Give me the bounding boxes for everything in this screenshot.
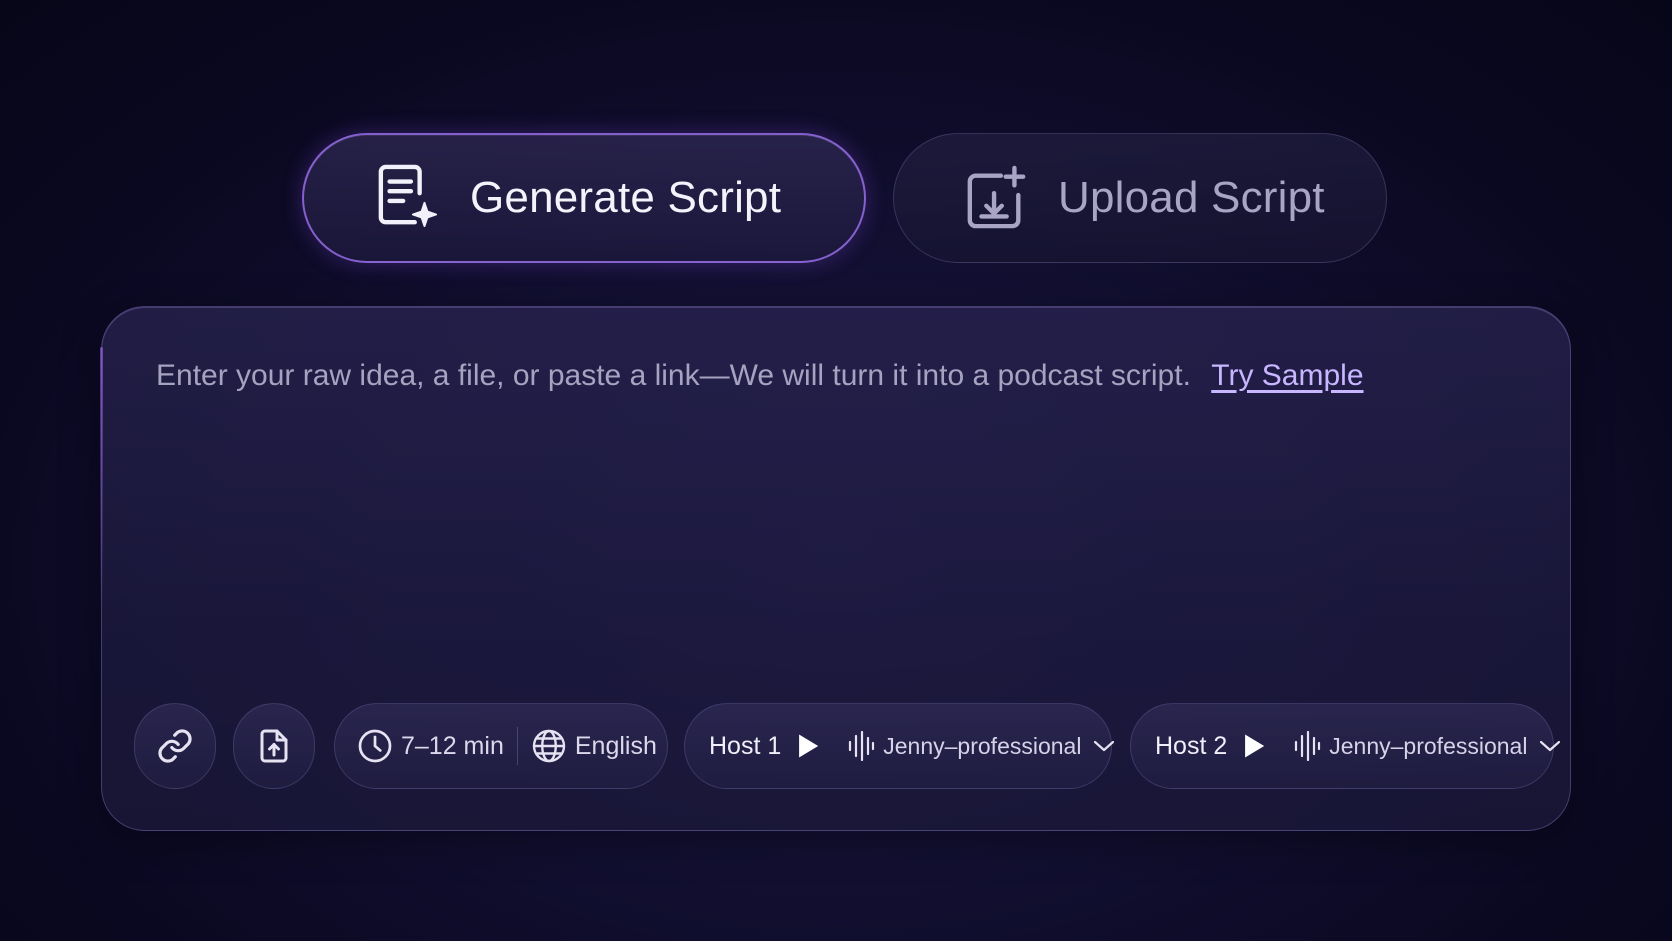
prompt-row: Enter your raw idea, a file, or paste a … [156, 359, 1364, 393]
add-link-button[interactable] [134, 703, 216, 789]
waveform-icon [1293, 731, 1321, 761]
script-mode-tabs: Generate Script Upload Script [0, 133, 1672, 265]
duration-value: 7–12 min [401, 731, 504, 760]
chevron-down-icon [1093, 739, 1115, 753]
link-icon [156, 727, 194, 765]
document-sparkle-icon [376, 164, 440, 232]
divider [516, 727, 518, 765]
host-2-voice-value: Jenny–professional [1329, 732, 1528, 759]
host-1-voice-dropdown[interactable]: Jenny–professional [847, 731, 1115, 761]
upload-plus-icon [964, 164, 1028, 232]
tab-upload-script[interactable]: Upload Script [893, 133, 1387, 263]
tab-generate-label: Generate Script [470, 173, 782, 222]
input-placeholder: Enter your raw idea, a file, or paste a … [156, 359, 1191, 392]
try-sample-link[interactable]: Try Sample [1211, 359, 1363, 392]
host-2-label: Host 2 [1155, 731, 1228, 760]
language-selector[interactable]: English [531, 728, 657, 764]
host-1-label: Host 1 [709, 731, 782, 760]
play-icon [799, 734, 819, 758]
upload-file-button[interactable] [233, 703, 315, 789]
tab-upload-label: Upload Script [1058, 173, 1325, 222]
host-1-pill: Host 1 Jenny–professional [684, 703, 1115, 789]
file-upload-icon [256, 727, 292, 765]
controls-bar: 7–12 min English Host 1 Jenny–profession… [134, 703, 1561, 789]
clock-icon [357, 728, 393, 764]
host-1-play-button[interactable] [795, 732, 821, 760]
settings-pill: 7–12 min English [334, 703, 668, 789]
host-2-pill: Host 2 Jenny–professional [1130, 703, 1561, 789]
tab-generate-script[interactable]: Generate Script [302, 133, 866, 263]
play-icon [1245, 734, 1265, 758]
host-2-voice-dropdown[interactable]: Jenny–professional [1293, 731, 1561, 761]
language-value: English [574, 731, 657, 760]
host-1-voice-value: Jenny–professional [883, 732, 1082, 759]
script-input-panel[interactable]: Enter your raw idea, a file, or paste a … [100, 306, 1571, 831]
waveform-icon [847, 731, 875, 761]
host-2-play-button[interactable] [1241, 732, 1267, 760]
duration-selector[interactable]: 7–12 min [357, 728, 504, 764]
globe-icon [531, 728, 567, 764]
chevron-down-icon [1539, 739, 1561, 753]
